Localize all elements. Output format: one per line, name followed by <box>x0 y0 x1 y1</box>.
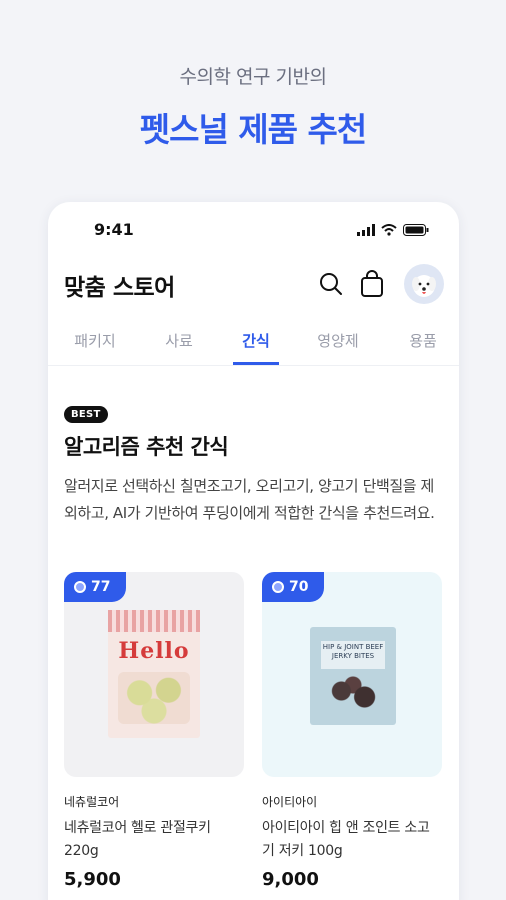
search-icon[interactable] <box>318 271 344 297</box>
status-time: 9:41 <box>94 220 134 239</box>
app-bar: 맞춤 스토어 <box>48 264 459 306</box>
jerky-package-image: HIP & JOINT BEEF JERKY BITES <box>310 627 396 725</box>
category-tabs: 패키지 사료 간식 영양제 용품 <box>48 322 459 366</box>
hero-title: 펫스널 제품 추천 <box>139 110 368 149</box>
status-icons <box>357 224 429 236</box>
match-score-badge: 77 <box>64 572 127 602</box>
product-brand: 네츄럴코어 <box>64 795 120 809</box>
profile-avatar[interactable] <box>404 264 444 304</box>
package-logo: Hello <box>118 638 190 664</box>
match-score-badge: 70 <box>262 572 325 602</box>
product-price: 5,900 <box>64 869 121 890</box>
section-title: 알고리즘 추천 간식 <box>64 435 229 459</box>
section-description: 알러지로 선택하신 칠면조고기, 오리고기, 양고기 단백질을 제외하고, AI… <box>64 477 435 522</box>
tab-snacks[interactable]: 간식 <box>242 330 270 351</box>
phone-frame: 9:41 맞춤 스토어 패키지 사료 간식 영양제 용품 BEST 알고리즘 추… <box>48 202 459 900</box>
dog-avatar-icon <box>412 275 436 297</box>
active-tab-indicator <box>233 362 279 365</box>
recommendation-section: BEST 알고리즘 추천 간식 알러지로 선택하신 칠면조고기, 오리고기, 양… <box>64 402 444 527</box>
product-price: 9,000 <box>262 869 319 890</box>
product-name: 아이티아이 힙 앤 조인트 소고기 저키 100g <box>262 820 430 859</box>
wifi-icon <box>381 224 397 236</box>
store-title: 맞춤 스토어 <box>64 275 175 301</box>
tab-supplements[interactable]: 영양제 <box>317 330 358 351</box>
shopping-bag-icon[interactable] <box>359 270 385 298</box>
product-image: 70 HIP & JOINT BEEF JERKY BITES <box>262 572 442 777</box>
score-icon <box>74 581 86 593</box>
match-score: 70 <box>289 579 309 595</box>
cookie-package-image: Hello <box>108 610 200 738</box>
battery-icon <box>403 224 429 236</box>
hero-subtitle: 수의학 연구 기반의 <box>179 66 327 88</box>
product-card[interactable]: 77 Hello 네츄럴코어 네츄럴코어 헬로 관절쿠키 220g 5,900 <box>64 572 244 890</box>
tab-supplies[interactable]: 용품 <box>409 330 437 351</box>
match-score: 77 <box>91 579 111 595</box>
tab-package[interactable]: 패키지 <box>74 330 115 351</box>
product-brand: 아이티아이 <box>262 795 318 809</box>
signal-icon <box>357 224 375 236</box>
score-icon <box>272 581 284 593</box>
tab-food[interactable]: 사료 <box>165 330 193 351</box>
hero-banner: 수의학 연구 기반의 펫스널 제품 추천 <box>0 62 506 151</box>
product-name: 네츄럴코어 헬로 관절쿠키 220g <box>64 820 211 859</box>
product-card[interactable]: 70 HIP & JOINT BEEF JERKY BITES 아이티아이 아이… <box>262 572 442 890</box>
best-badge: BEST <box>64 406 108 423</box>
product-image: 77 Hello <box>64 572 244 777</box>
package-label: HIP & JOINT BEEF JERKY BITES <box>321 641 385 669</box>
status-bar: 9:41 <box>48 220 459 242</box>
